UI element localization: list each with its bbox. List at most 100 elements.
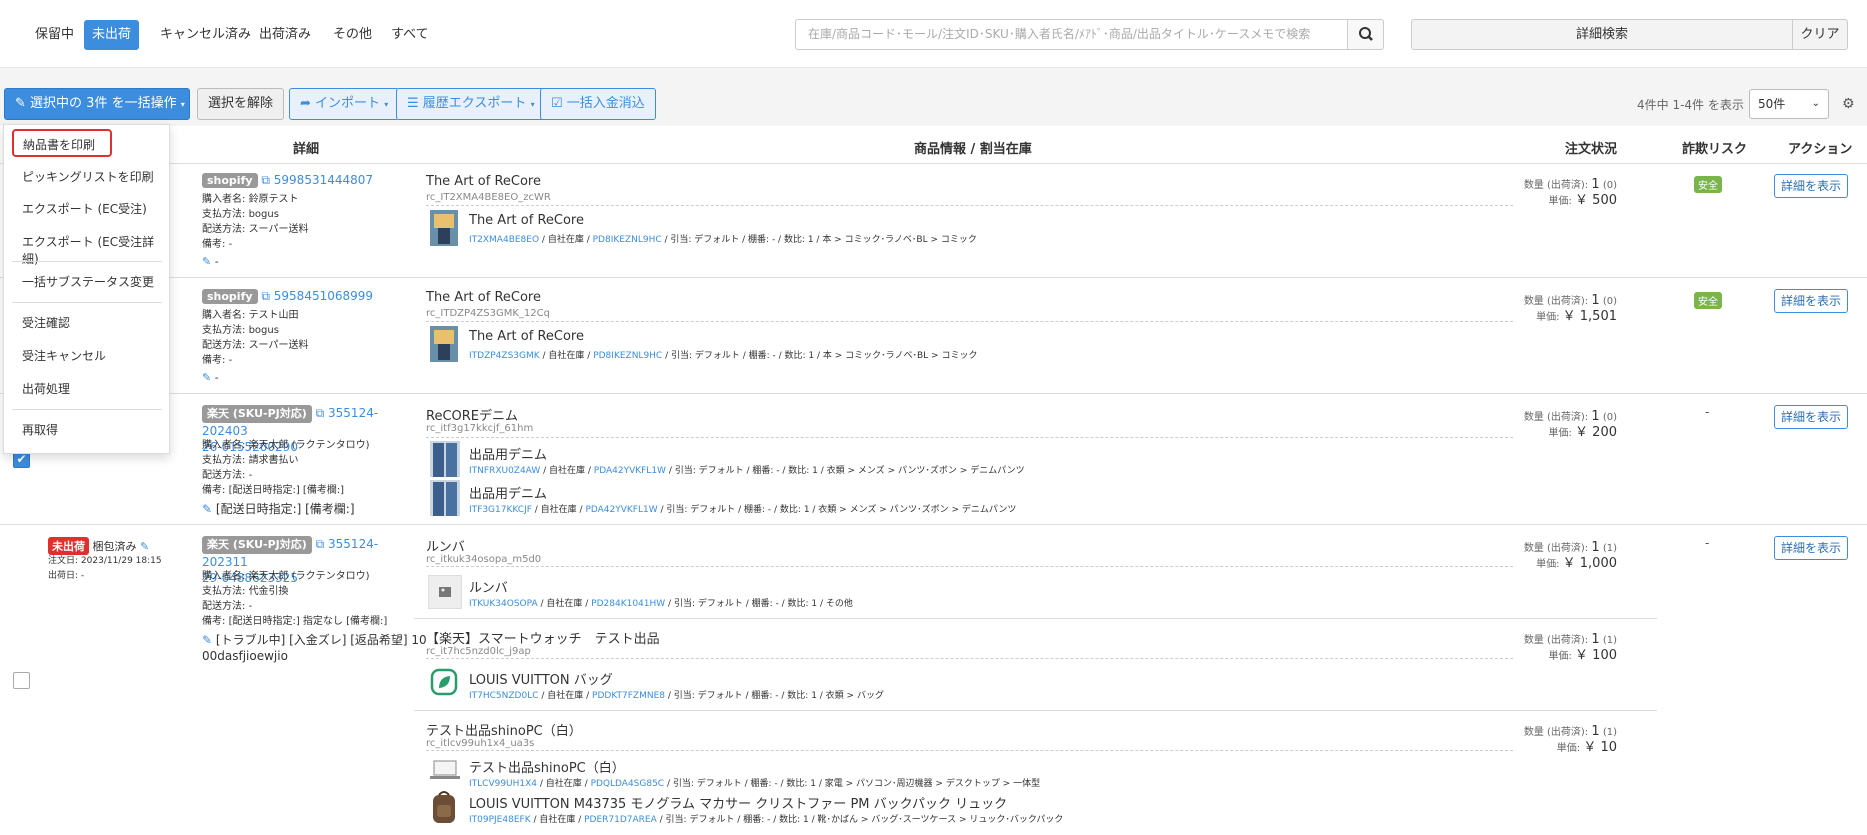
pencil-icon[interactable]: ✎	[140, 540, 149, 553]
pencil-icon[interactable]: ✎	[202, 371, 211, 384]
tab-other[interactable]: その他	[325, 20, 380, 50]
external-link-icon[interactable]: ⧉	[316, 406, 325, 420]
tab-cancelled[interactable]: キャンセル済み	[152, 20, 259, 50]
menu-refetch[interactable]: 再取得	[22, 421, 58, 438]
menu-order-cancel[interactable]: 受注キャンセル	[22, 347, 106, 364]
item-title: The Art of ReCore	[469, 329, 584, 344]
bulk-action-button[interactable]: ✎ 選択中の 3件 を一括操作 ▾	[4, 88, 190, 120]
row-divider	[414, 618, 1657, 619]
search-input[interactable]: 在庫/商品コード･モール/注文ID･SKU･購入者氏名/ﾒｱﾄﾞ･商品/出品タイ…	[795, 19, 1348, 50]
item-title: テスト出品shinoPC（白）	[469, 761, 625, 776]
header-status: 注文状況	[1565, 142, 1618, 157]
item-title: ルンバ	[469, 581, 508, 596]
menu-order-confirm[interactable]: 受注確認	[22, 314, 70, 331]
list-icon: ☰	[407, 96, 419, 111]
product-name: The Art of ReCore	[426, 290, 541, 305]
table-header: 詳細 商品情報 / 割当在庫 注文状況 詐欺リスク アクション	[0, 126, 1867, 164]
order-info: 購入者名: 鈴原テスト 支払方法: bogus 配送方法: スーパー送料 備考:…	[202, 194, 309, 250]
per-page-select[interactable]: 50件 ⌄	[1749, 89, 1829, 119]
dashed-divider	[426, 566, 1513, 567]
menu-bulk-substatus[interactable]: 一括サブステータス変更	[22, 273, 154, 290]
tab-unshipped[interactable]: 未出荷	[84, 20, 140, 50]
order-info: 購入者名: テスト山田 支払方法: bogus 配送方法: スーパー送料 備考:…	[202, 310, 309, 366]
item-title: The Art of ReCore	[469, 213, 584, 228]
menu-print-picking-list[interactable]: ピッキングリストを印刷	[22, 168, 154, 185]
pencil-icon[interactable]: ✎	[202, 633, 212, 647]
order-info: 購入者名: 楽天太郎 (ラクテンタロウ) 支払方法: 代金引換 配送方法: - …	[202, 571, 388, 627]
edit-icon: ✎	[15, 96, 26, 111]
product-sku: rc_itlcv99uh1x4_ua3s	[426, 738, 535, 749]
tab-shipped[interactable]: 出荷済み	[251, 20, 319, 50]
order-info: 購入者名: 楽天太郎 (ラクテンタロウ) 支払方法: 請求書払い 配送方法: -…	[202, 440, 370, 496]
dashed-divider	[426, 750, 1513, 751]
dashed-divider	[426, 658, 1513, 659]
item-meta: IT7HC5NZD0LC / 自社在庫 / PDDKT7FZMNE8 / 引当:…	[469, 691, 884, 701]
show-detail-button[interactable]: 詳細を表示	[1774, 405, 1848, 429]
menu-divider	[12, 261, 162, 262]
item-meta: ITF3G17KKCJF / 自社在庫 / PDA42YVKFL1W / 引当:…	[469, 505, 1017, 515]
item-meta: ITKUK34OSOPA / 自社在庫 / PD284K1041HW / 引当:…	[469, 599, 853, 609]
mall-badge: shopify	[202, 173, 258, 188]
header-fraud: 詐欺リスク	[1682, 142, 1748, 157]
external-link-icon[interactable]: ⧉	[316, 537, 325, 551]
row-divider	[0, 277, 1867, 278]
product-thumbnail	[430, 210, 458, 246]
backpack-thumbnail	[428, 789, 460, 825]
search-button[interactable]	[1347, 19, 1384, 50]
external-link-icon[interactable]: ⧉	[261, 289, 270, 303]
order-id-link[interactable]: 5958451068999	[274, 289, 373, 303]
row-checkbox[interactable]	[13, 672, 30, 689]
item-title: 出品用デニム	[469, 448, 548, 463]
tab-all[interactable]: すべて	[383, 20, 437, 50]
unit-price: 単価: ￥ 100	[1548, 648, 1617, 663]
product-sku: rc_itf3g17kkcjf_61hm	[426, 423, 534, 434]
product-name: 【楽天】スマートウォッチ テスト出品	[426, 632, 660, 647]
bulk-payment-button[interactable]: ☑ 一括入金消込	[540, 88, 656, 120]
pencil-icon[interactable]: ✎	[202, 502, 212, 516]
unit-price: 単価: ￥ 1,501	[1536, 309, 1617, 324]
show-detail-button[interactable]: 詳細を表示	[1774, 289, 1848, 313]
item-meta: IT09PJE48EFK / 自社在庫 / PDER71D7AREA / 引当:…	[469, 815, 1064, 825]
product-sku: rc_ITDZP4ZS3GMK_12Cq	[426, 308, 550, 319]
show-detail-button[interactable]: 詳細を表示	[1774, 174, 1848, 198]
fraud-risk-badge: 安全	[1694, 176, 1722, 193]
top-bar: 保留中 未出荷 キャンセル済み 出荷済み その他 すべて 在庫/商品コード･モー…	[0, 0, 1867, 68]
deselect-button[interactable]: 選択を解除	[197, 88, 285, 120]
result-count: 4件中 1-4件 を表示	[1637, 98, 1744, 112]
pencil-icon[interactable]: ✎	[202, 255, 211, 268]
laptop-thumbnail	[428, 758, 462, 782]
menu-divider	[12, 302, 162, 303]
status-badge: 未出荷	[48, 537, 89, 555]
caret-down-icon: ▾	[384, 100, 389, 109]
tab-on-hold[interactable]: 保留中	[27, 20, 82, 50]
unit-price: 単価: ￥ 200	[1548, 425, 1617, 440]
check-square-icon: ☑	[551, 96, 563, 111]
product-sku: rc_itkuk34osopa_m5d0	[426, 554, 542, 565]
row-divider	[0, 524, 1867, 525]
history-export-button[interactable]: ☰ 履歴エクスポート ▾	[396, 88, 546, 120]
menu-print-delivery-note[interactable]: 納品書を印刷	[23, 136, 95, 153]
mall-badge: 楽天 (SKU-PJ対応)	[202, 536, 312, 554]
dashed-divider	[426, 321, 1513, 322]
item-title: LOUIS VUITTON M43735 モノグラム マカサー クリストファー …	[469, 797, 1008, 812]
unit-price: 単価: ￥ 500	[1548, 193, 1617, 208]
product-name: The Art of ReCore	[426, 174, 541, 189]
import-button[interactable]: ➦ インポート ▾	[289, 88, 400, 120]
chevron-down-icon: ⌄	[1811, 98, 1820, 109]
share-icon: ➦	[300, 96, 311, 111]
show-detail-button[interactable]: 詳細を表示	[1774, 536, 1848, 560]
item-meta: ITNFRXU0Z4AW / 自社在庫 / PDA42YVKFL1W / 引当:…	[469, 466, 1025, 476]
order-dates: 注文日: 2023/11/29 18:15 出荷日: -	[48, 556, 162, 581]
advanced-search-button[interactable]: 詳細検索	[1411, 19, 1793, 50]
order-id-link[interactable]: 5998531444807	[274, 173, 373, 187]
gear-icon[interactable]: ⚙	[1842, 96, 1855, 112]
mall-badge: 楽天 (SKU-PJ対応)	[202, 405, 312, 423]
menu-ship-process[interactable]: 出荷処理	[22, 380, 70, 397]
product-name: ReCOREデニム	[426, 409, 519, 424]
menu-export-ec-orders[interactable]: エクスポート (EC受注)	[22, 200, 147, 217]
external-link-icon[interactable]: ⧉	[261, 173, 270, 187]
clear-button[interactable]: クリア	[1792, 19, 1848, 50]
header-action: アクション	[1788, 142, 1853, 157]
leaf-logo-icon	[430, 668, 458, 704]
bulk-action-menu: 納品書を印刷 ピッキングリストを印刷 エクスポート (EC受注) エクスポート …	[3, 124, 170, 454]
